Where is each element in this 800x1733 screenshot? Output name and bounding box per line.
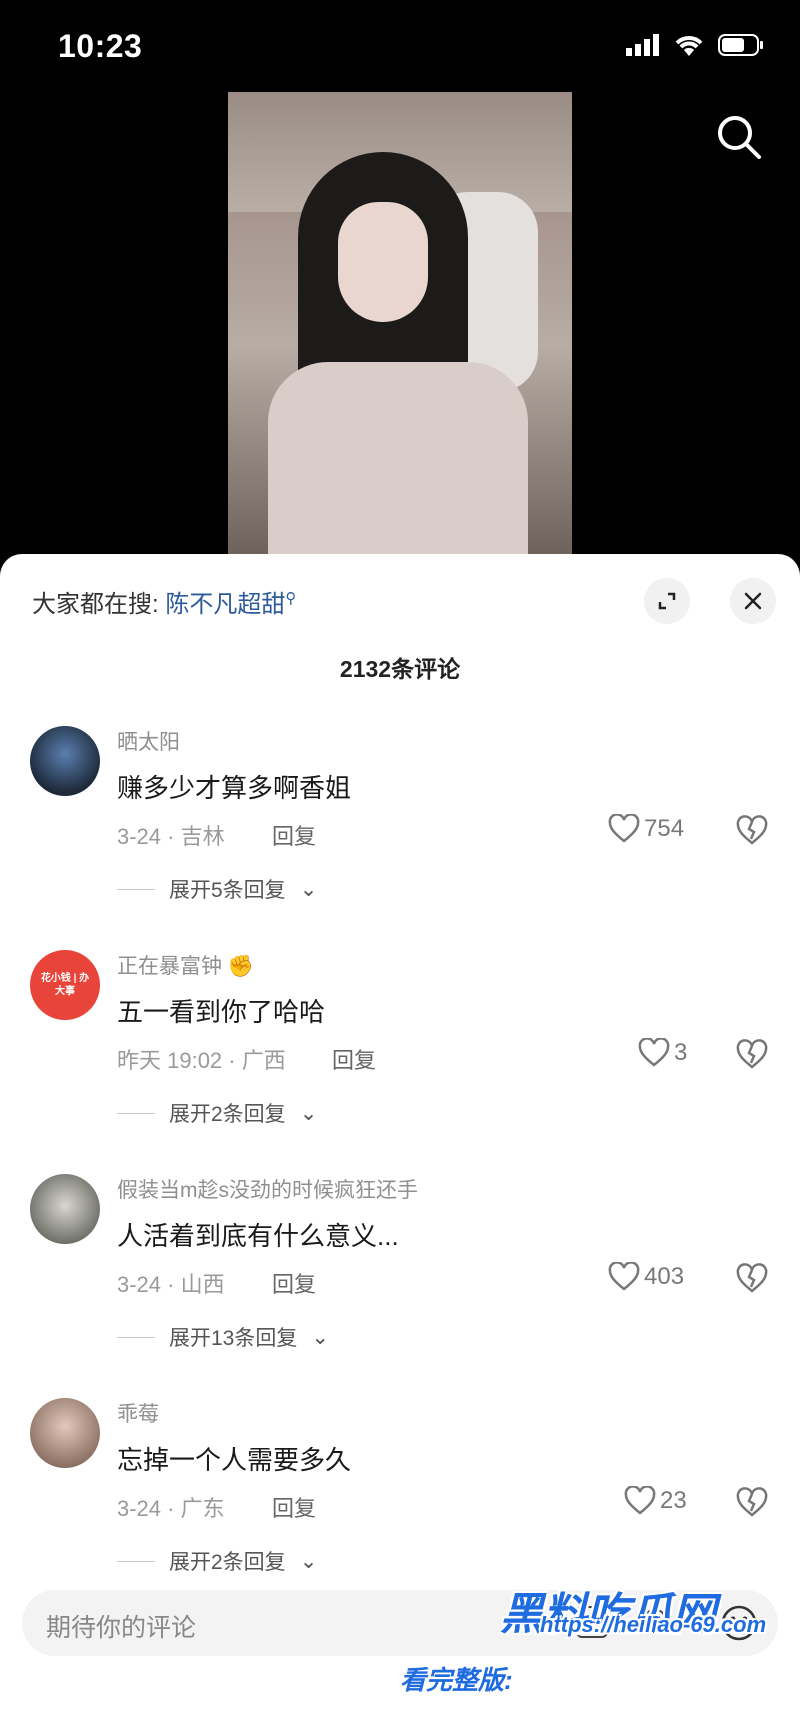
divider (117, 1112, 155, 1114)
expand-replies[interactable]: 展开2条回复 ⌄ (117, 1098, 317, 1128)
heart-icon (608, 1262, 640, 1291)
reply-button[interactable]: 回复 (332, 1043, 376, 1075)
expand-replies[interactable]: 展开2条回复 ⌄ (117, 1546, 317, 1576)
comment-item: 晒太阳 赚多少才算多啊香姐 3-24 · 吉林 回复 754 展开5条回复 ⌄ (0, 726, 800, 946)
comment-meta: 3-24 · 山西 (117, 1272, 225, 1297)
comment-sheet: 大家都在搜: 陈不凡超甜⚲ 2132条评论 晒太阳 赚多少才算多啊香姐 3-24… (0, 554, 800, 1733)
heart-icon (624, 1486, 656, 1515)
like-button[interactable]: 23 (624, 1486, 687, 1516)
reply-button[interactable]: 回复 (272, 819, 316, 851)
comment-text: 赚多少才算多啊香姐 (117, 773, 352, 803)
expand-icon (658, 592, 676, 610)
avatar[interactable] (30, 1398, 100, 1468)
watermark-note: 看完整版: (400, 1665, 513, 1695)
expand-replies-label: 展开13条回复 (169, 1327, 298, 1350)
status-time: 10:23 (58, 28, 143, 64)
broken-heart-icon[interactable] (736, 1487, 768, 1519)
avatar[interactable]: 花小钱 | 办大事 (30, 950, 100, 1020)
hot-search-keyword[interactable]: 陈不凡超甜 (165, 591, 285, 618)
status-bar: 10:23 (0, 0, 800, 92)
like-count: 3 (674, 1039, 688, 1066)
avatar[interactable] (30, 1174, 100, 1244)
search-small-icon: ⚲ (285, 590, 297, 607)
video-person-body (268, 362, 528, 554)
comment-meta: 昨天 19:02 · 广西 (117, 1048, 286, 1073)
comment-count: 2132条评论 (339, 656, 461, 682)
close-icon (744, 592, 762, 610)
divider (117, 888, 155, 890)
expand-replies-label: 展开5条回复 (169, 879, 286, 902)
like-count: 23 (660, 1487, 687, 1514)
fist-emoji-icon: ✊ (227, 955, 254, 978)
comment-username[interactable]: 假装当m趁s没劲的时候疯狂还手 (117, 1174, 418, 1204)
comment-text: 忘掉一个人需要多久 (117, 1445, 352, 1475)
like-count: 754 (644, 815, 685, 842)
comment-username[interactable]: 正在暴富钟 ✊ (117, 950, 254, 980)
hot-search[interactable]: 大家都在搜: 陈不凡超甜⚲ (32, 584, 296, 619)
comment-username-text: 正在暴富钟 (117, 955, 222, 978)
comment-item: 花小钱 | 办大事 正在暴富钟 ✊ 五一看到你了哈哈 昨天 19:02 · 广西… (0, 950, 800, 1170)
comment-meta: 3-24 · 吉林 (117, 824, 225, 849)
like-button[interactable]: 754 (608, 814, 684, 844)
comment-text: 五一看到你了哈哈 (117, 997, 326, 1027)
heart-icon (608, 814, 640, 843)
video-person-face (338, 202, 428, 322)
expand-replies-label: 展开2条回复 (169, 1103, 286, 1126)
expand-replies[interactable]: 展开13条回复 ⌄ (117, 1322, 329, 1352)
battery-icon (718, 34, 763, 56)
hot-search-prefix: 大家都在搜: (32, 591, 159, 618)
close-button[interactable] (730, 578, 776, 624)
like-count: 403 (644, 1263, 685, 1290)
chevron-down-icon: ⌄ (311, 1325, 329, 1349)
comment-username[interactable]: 乖莓 (117, 1398, 159, 1428)
comment-meta: 3-24 · 广东 (117, 1496, 225, 1521)
reply-button[interactable]: 回复 (272, 1491, 316, 1523)
avatar[interactable] (30, 726, 100, 796)
chevron-down-icon: ⌄ (299, 877, 318, 901)
status-icons (626, 34, 764, 56)
chevron-down-icon: ⌄ (299, 1549, 318, 1573)
like-button[interactable]: 3 (638, 1038, 687, 1068)
comment-item: 假装当m趁s没劲的时候疯狂还手 人活着到底有什么意义... 3-24 · 山西 … (0, 1174, 800, 1394)
chevron-down-icon: ⌄ (299, 1101, 318, 1125)
divider (117, 1336, 155, 1338)
comment-text: 人活着到底有什么意义... (117, 1221, 399, 1251)
reply-button[interactable]: 回复 (272, 1267, 316, 1299)
watermark-url: https://heiliao-69.com (540, 1612, 767, 1637)
expand-sheet-button[interactable] (644, 578, 690, 624)
broken-heart-icon[interactable] (736, 815, 768, 847)
expand-replies-label: 展开2条回复 (169, 1551, 286, 1574)
avatar-text: 花小钱 | 办大事 (40, 973, 90, 997)
broken-heart-icon[interactable] (736, 1263, 768, 1295)
expand-replies[interactable]: 展开5条回复 ⌄ (117, 874, 317, 904)
search-icon[interactable] (714, 112, 764, 162)
video-preview[interactable] (228, 92, 572, 554)
comment-input-placeholder: 期待你的评论 (46, 1614, 197, 1642)
broken-heart-icon[interactable] (736, 1039, 768, 1071)
divider (117, 1560, 155, 1562)
wifi-icon (675, 36, 703, 56)
like-button[interactable]: 403 (608, 1262, 684, 1292)
heart-icon (638, 1038, 670, 1067)
comment-username[interactable]: 晒太阳 (117, 726, 180, 756)
signal-icon (626, 34, 659, 56)
